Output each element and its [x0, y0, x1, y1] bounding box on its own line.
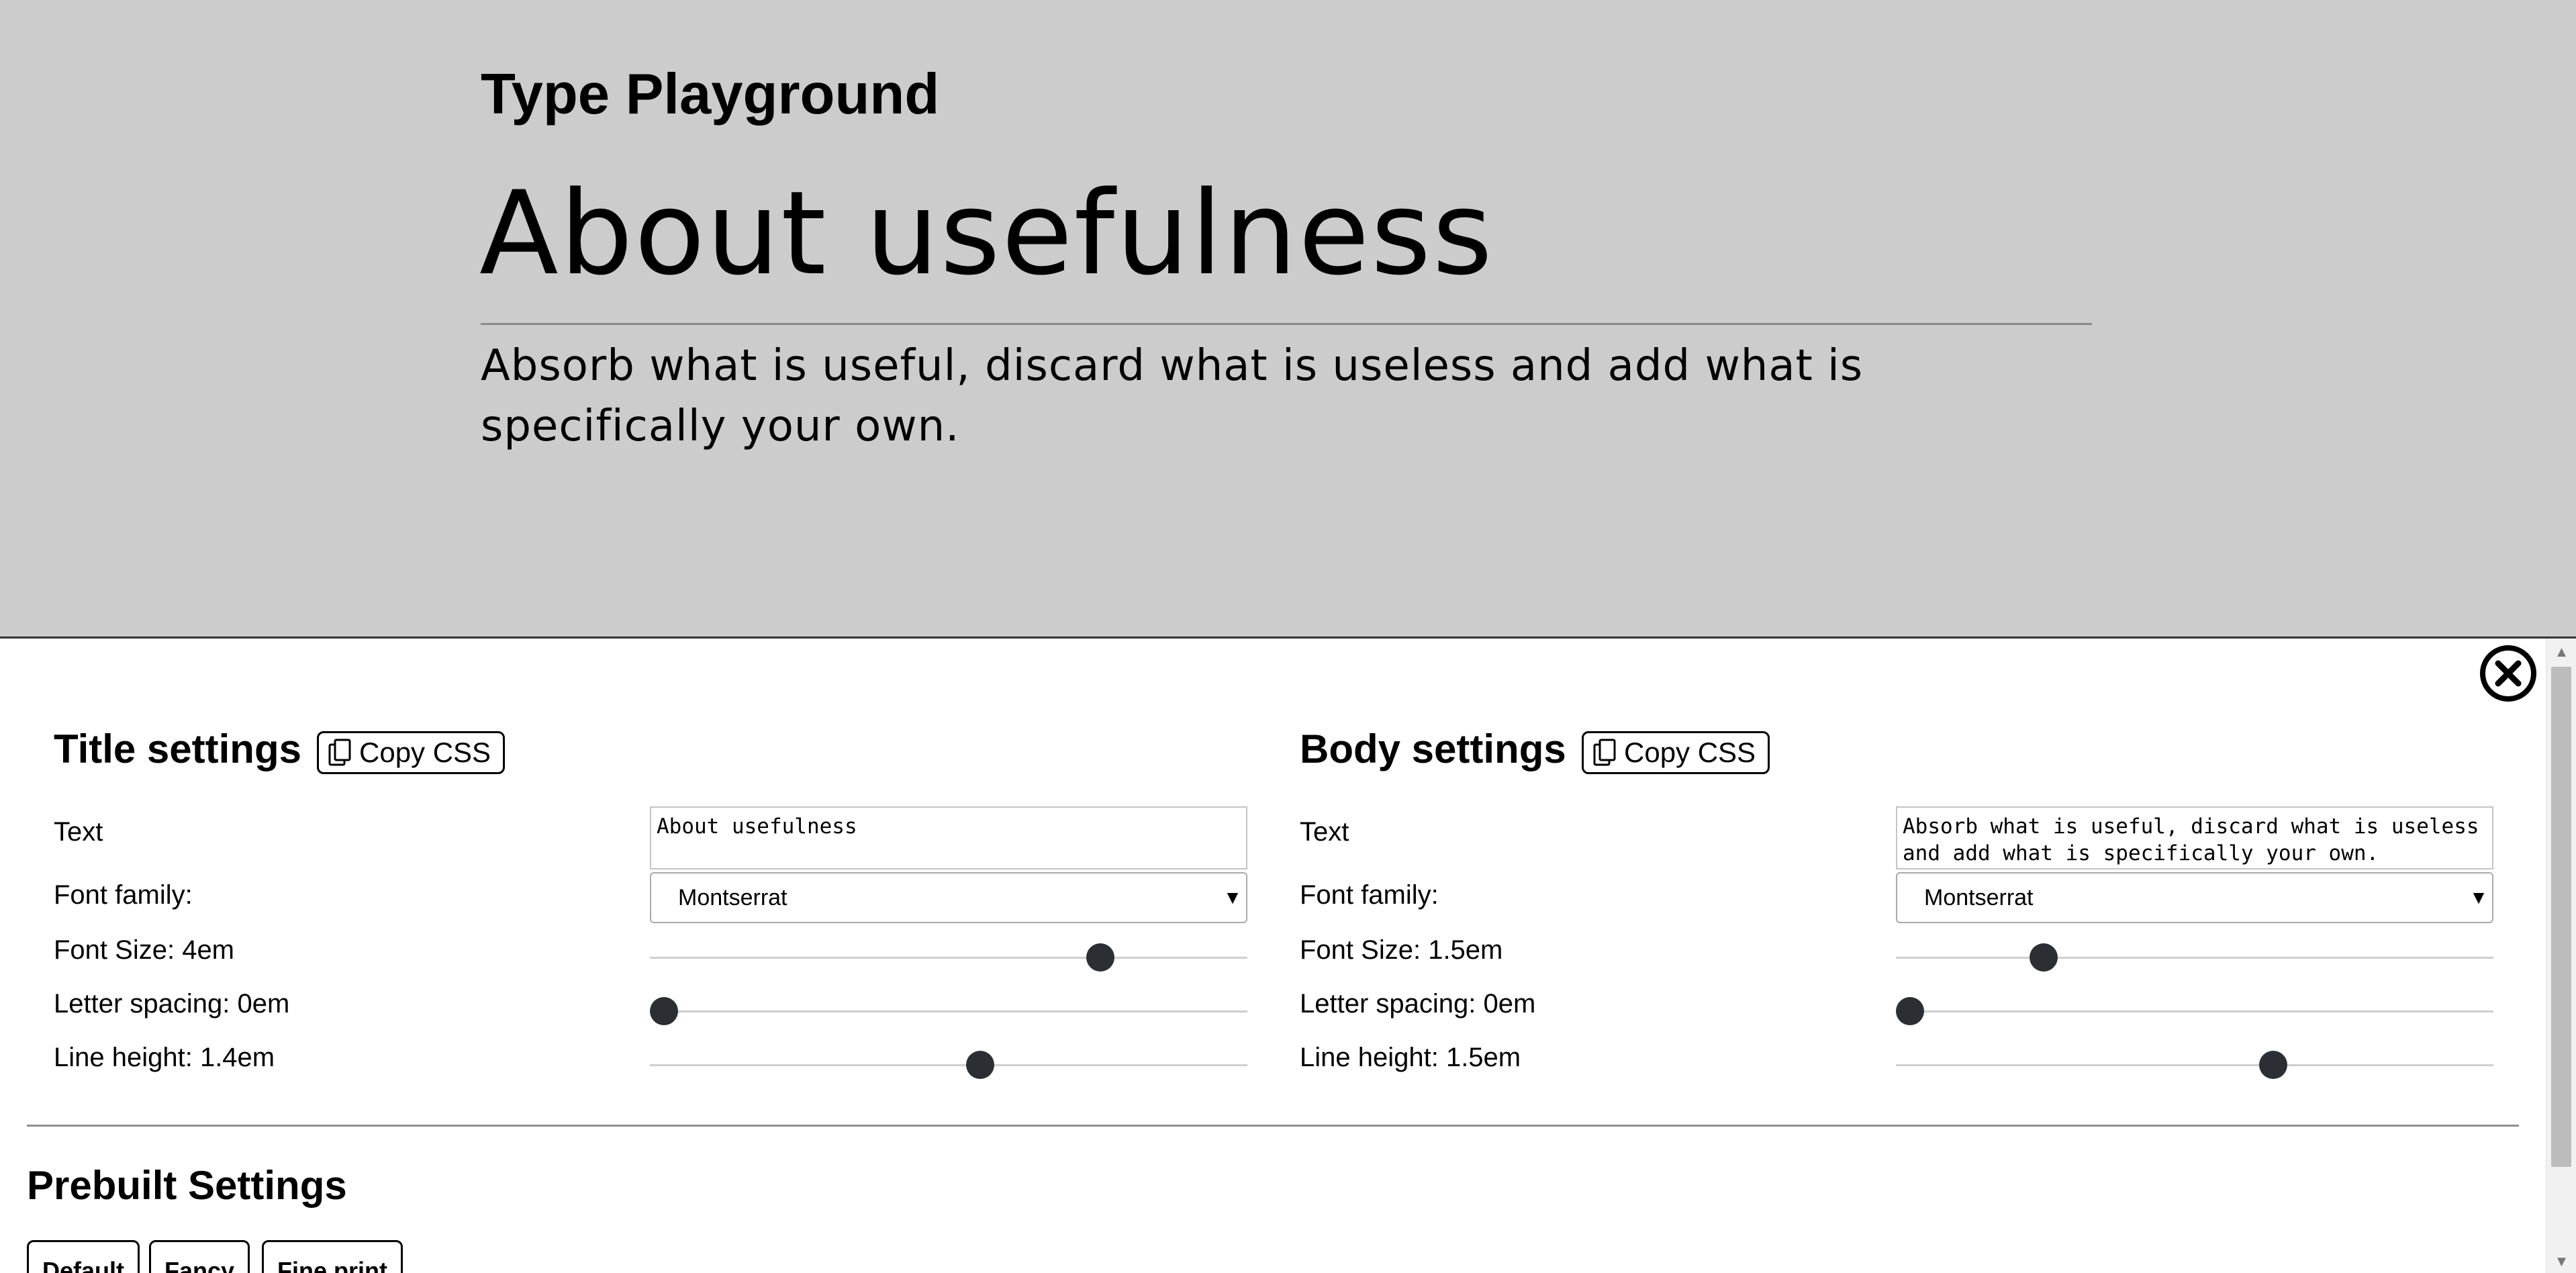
title-text-input[interactable]: About usefulness [650, 806, 1247, 869]
body-font-size-label: Font Size: 1.5em [1300, 935, 1503, 965]
title-copy-css-button[interactable]: Copy CSS [317, 731, 506, 774]
title-font-family-label: Font family: [54, 880, 193, 910]
slider-thumb[interactable] [966, 1051, 995, 1079]
preset-fine-print-button[interactable]: Fine print [262, 1240, 403, 1273]
body-copy-css-label: Copy CSS [1624, 737, 1756, 768]
close-panel-button[interactable] [2480, 645, 2536, 702]
prebuilt-settings-heading: Prebuilt Settings [27, 1163, 347, 1208]
body-letter-spacing-slider[interactable] [1896, 994, 2493, 1028]
panel-scrollbar[interactable]: ▲ ▼ [2546, 639, 2576, 1273]
body-font-family-select[interactable]: Montserrat ▼ [1896, 872, 2493, 923]
title-copy-css-label: Copy CSS [359, 737, 491, 768]
close-circle-icon [2495, 660, 2522, 687]
preset-default-button[interactable]: Default [27, 1240, 140, 1273]
body-line-height-label: Line height: 1.5em [1300, 1043, 1521, 1072]
body-text-label: Text [1300, 817, 1349, 847]
slider-thumb[interactable] [2259, 1051, 2288, 1079]
settings-panel: Title settings Copy CSS Text About usefu… [0, 636, 2576, 1273]
copy-icon [1593, 739, 1616, 766]
slider-track [1896, 1064, 2493, 1066]
body-line-height-slider[interactable] [1896, 1048, 2493, 1082]
body-font-family-label: Font family: [1300, 880, 1439, 910]
title-font-family-select[interactable]: Montserrat ▼ [650, 872, 1247, 923]
body-text-input[interactable]: Absorb what is useful, discard what is u… [1896, 806, 2493, 869]
preview-body-text: Absorb what is useful, discard what is u… [481, 341, 1864, 451]
title-line-height-slider[interactable] [650, 1048, 1247, 1082]
title-letter-spacing-slider[interactable] [650, 994, 1247, 1028]
app-title: Type Playground [481, 62, 940, 126]
title-settings-heading: Title settings [54, 726, 301, 771]
slider-track [650, 957, 1247, 959]
body-font-family-value: Montserrat [1924, 884, 2034, 910]
slider-thumb[interactable] [1086, 943, 1114, 972]
body-font-size-slider[interactable] [1896, 941, 2493, 974]
body-letter-spacing-label: Letter spacing: 0em [1300, 989, 1536, 1019]
body-settings-heading: Body settings [1300, 726, 1566, 771]
slider-track [650, 1010, 1247, 1012]
caret-down-icon: ▼ [1223, 887, 1242, 908]
title-font-size-label: Font Size: 4em [54, 935, 235, 965]
scrollbar-thumb[interactable] [2551, 667, 2571, 1167]
preview-heading: About usefulness [479, 166, 1494, 301]
scroll-up-arrow-icon[interactable]: ▲ [2546, 639, 2576, 665]
copy-icon [328, 739, 351, 766]
preset-fancy-button[interactable]: Fancy [149, 1240, 250, 1273]
title-text-label: Text [54, 817, 103, 847]
scroll-down-arrow-icon[interactable]: ▼ [2546, 1248, 2576, 1273]
title-font-family-value: Montserrat [678, 884, 788, 910]
preview-divider [481, 323, 2092, 325]
slider-track [650, 1064, 1247, 1066]
slider-track [1896, 957, 2493, 959]
title-letter-spacing-label: Letter spacing: 0em [54, 989, 290, 1019]
slider-thumb[interactable] [2030, 943, 2058, 972]
panel-divider [27, 1125, 2519, 1127]
slider-thumb[interactable] [1896, 997, 1924, 1025]
title-line-height-label: Line height: 1.4em [54, 1043, 275, 1072]
caret-down-icon: ▼ [2469, 887, 2488, 908]
slider-track [1896, 1010, 2493, 1012]
slider-thumb[interactable] [650, 997, 678, 1025]
body-copy-css-button[interactable]: Copy CSS [1582, 731, 1770, 774]
title-font-size-slider[interactable] [650, 941, 1247, 974]
